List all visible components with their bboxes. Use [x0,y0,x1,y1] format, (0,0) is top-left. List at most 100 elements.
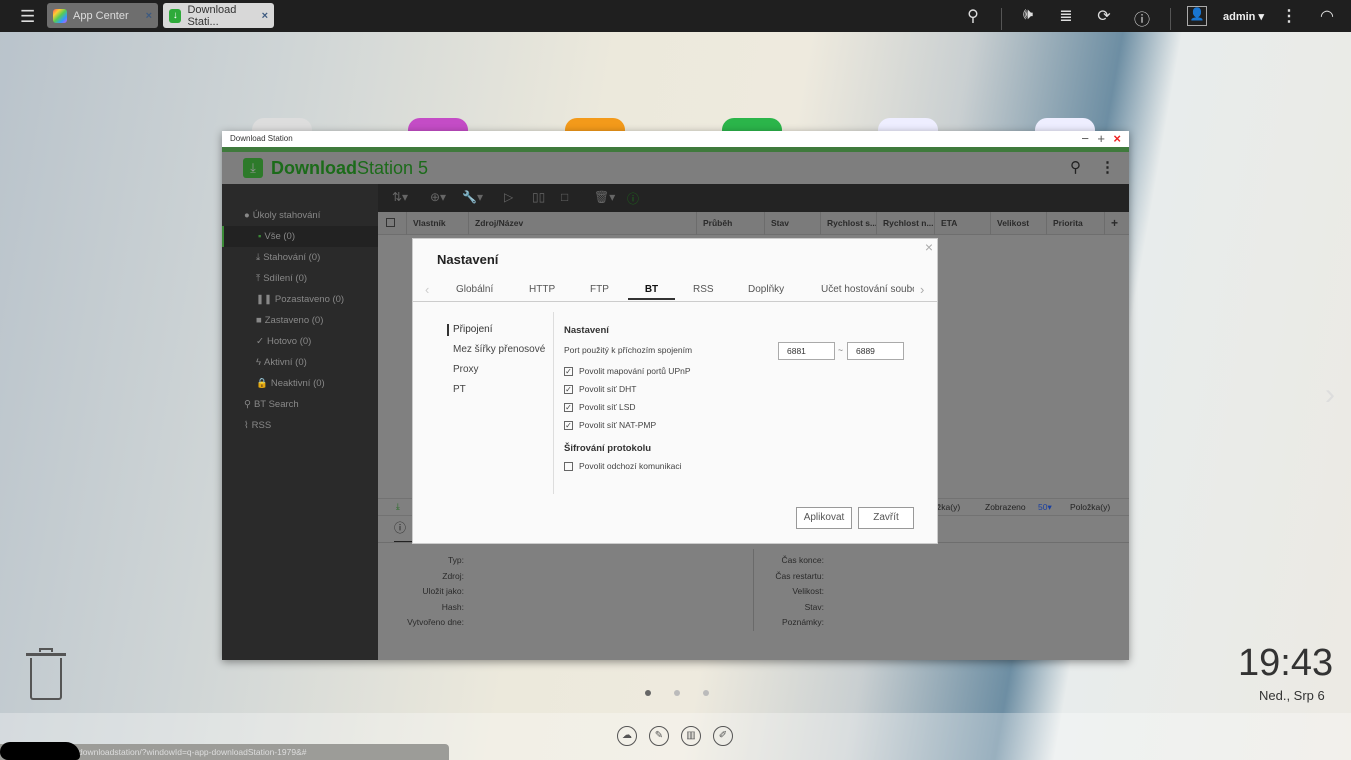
sidebar-item-bt-search[interactable]: ⚲ BT Search [222,394,378,415]
divider [553,312,554,494]
col-owner[interactable]: Vlastník [406,212,468,235]
checkbox-checked-icon: ✓ [564,402,573,412]
col-status[interactable]: Stav [764,212,820,235]
side-item-connection[interactable]: Připojení [453,324,492,335]
close-button[interactable]: Zavřít [858,507,914,529]
sidebar-item-all[interactable]: ▪ Vše (0) [222,226,378,247]
section-label: Úkoly stahování [252,210,321,221]
tab-global[interactable]: Globální [456,284,493,295]
book-icon[interactable]: ▥ [681,726,701,746]
close-icon[interactable]: × [925,239,933,255]
info-icon[interactable]: ⓘ [1131,6,1153,30]
upnp-checkbox[interactable]: ✓ Povolit mapování portů UPnP [564,366,691,376]
chevron-right-icon[interactable]: › [920,282,924,297]
app-center-icon [53,8,67,23]
apply-button[interactable]: Aplikovat [796,507,852,529]
close-icon[interactable]: × [1113,131,1121,146]
dashboard-gauge-icon[interactable]: ◠ [1316,6,1338,26]
sidebar-item-done[interactable]: ✓ Hotovo (0) [222,331,378,352]
detail-label: Vytvořeno dne: [407,617,464,627]
side-item-bandwidth-limit[interactable]: Mez šířky přenosové [453,344,545,355]
side-item-proxy[interactable]: Proxy [453,364,479,375]
search-icon[interactable]: ⚲ [1070,158,1081,176]
checkbox-label: Povolit odchozí komunikaci [579,461,682,471]
tab-bt[interactable]: BT [628,284,675,300]
page-dot-active[interactable] [645,690,651,696]
dht-checkbox[interactable]: ✓ Povolit síť DHT [564,384,637,394]
minimize-icon[interactable]: − [1081,131,1089,146]
cloud-link-icon[interactable]: ☁ [617,726,637,746]
port-to-input[interactable]: 6889 [847,342,904,360]
item-label: Neaktivní (0) [270,378,325,389]
select-all-checkbox[interactable] [386,218,395,227]
tab-label: App Center [73,9,129,22]
toolbar: ⇅▾ ⊕▾ 🔧▾ ▷ ▯▯ □ 🗑▾ ⓘ [378,184,1129,212]
side-item-pt[interactable]: PT [453,384,466,395]
tab-http[interactable]: HTTP [529,284,555,295]
port-from-input[interactable]: 6881 [778,342,835,360]
sidebar-item-seeding[interactable]: ⤒ Sdílení (0) [222,268,378,289]
detail-label: Velikost: [792,586,824,596]
col-eta[interactable]: ETA [934,212,990,235]
tab-rss[interactable]: RSS [693,284,714,295]
tab-addons[interactable]: Doplňky [748,284,784,295]
trash-icon[interactable]: 🗑▾ [594,190,615,204]
close-icon[interactable]: × [146,10,152,22]
per-page-select[interactable]: 50▾ [1038,502,1052,513]
col-source-name[interactable]: Zdroj/Název [468,212,696,235]
sidebar-item-stopped[interactable]: ■ Zastaveno (0) [222,310,378,331]
tab-app-center[interactable]: App Center × [47,3,158,28]
col-priority[interactable]: Priorita [1046,212,1104,235]
close-icon[interactable]: × [262,10,268,22]
more-icon[interactable]: ⋮ [1100,158,1115,176]
wrench-icon[interactable]: 🔧▾ [462,190,483,204]
maximize-icon[interactable]: + [1097,131,1105,146]
sidebar-item-inactive[interactable]: 🔒 Neaktivní (0) [222,373,378,394]
sidebar-item-rss[interactable]: ⌇ RSS [222,415,378,436]
col-size[interactable]: Velikost [990,212,1046,235]
sync-icon[interactable]: ⟳ [1093,6,1115,26]
trash-icon[interactable] [26,648,66,702]
search-icon[interactable]: ⚲ [962,6,984,26]
next-page-arrow-icon[interactable]: › [1325,378,1335,412]
chevron-left-icon[interactable]: ‹ [425,282,429,297]
sidebar-item-active[interactable]: ϟ Aktivní (0) [222,352,378,373]
outgoing-encryption-checkbox[interactable]: Povolit odchozí komunikaci [564,461,682,471]
tab-hosting-account[interactable]: Účet hostování soubo [821,284,914,295]
sidebar-section-tasks[interactable]: ● Úkoly stahování [222,205,378,226]
sort-icon[interactable]: ⇅▾ [392,190,408,204]
nat-pmp-checkbox[interactable]: ✓ Povolit síť NAT-PMP [564,420,656,430]
page-dot[interactable] [703,690,709,696]
info-icon[interactable]: ⓘ [627,190,639,207]
col-progress[interactable]: Průběh [696,212,764,235]
pause-icon[interactable]: ▯▯ [532,190,545,204]
settings-dialog: × Nastavení ‹ Globální HTTP FTP BT RSS D… [412,238,938,544]
more-icon[interactable]: ⋮ [1278,6,1300,26]
notes-icon[interactable]: ✐ [713,726,733,746]
user-menu[interactable]: admin ▾ [1223,10,1264,23]
detail-label: Typ: [447,555,464,565]
sidebar-item-downloading[interactable]: ⤓ Stahování (0) [222,247,378,268]
add-column-button[interactable]: + [1104,212,1129,235]
stop-icon[interactable]: □ [561,190,568,204]
col-download-speed[interactable]: Rychlost s... [820,212,876,235]
volume-icon[interactable]: 🕪 [1017,6,1039,24]
user-avatar-icon[interactable]: 👤 [1187,6,1207,26]
add-icon[interactable]: ⊕▾ [430,190,446,204]
tab-download-station[interactable]: ↓ Download Stati... × [163,3,274,28]
section-heading: Šifrování protokolu [564,443,652,454]
detail-tab-info-icon[interactable]: ⓘ [394,519,414,543]
sidebar-item-paused[interactable]: ❚❚ Pozastaveno (0) [222,289,378,310]
app-name: DownloadStation 5 [271,158,429,178]
play-icon[interactable]: ▷ [504,190,513,204]
wrench-icon[interactable]: ✎ [649,726,669,746]
window-titlebar[interactable]: Download Station − + × [222,131,1129,147]
rss-icon: ⌇ [244,420,249,431]
event-stack-icon[interactable]: ≣ [1055,6,1077,26]
tab-ftp[interactable]: FTP [590,284,609,295]
lsd-checkbox[interactable]: ✓ Povolit síť LSD [564,402,636,412]
page-dot[interactable] [674,690,680,696]
checkbox-checked-icon: ✓ [564,366,573,376]
menu-icon[interactable]: ☰ [20,7,35,27]
col-upload-speed[interactable]: Rychlost n... [876,212,934,235]
